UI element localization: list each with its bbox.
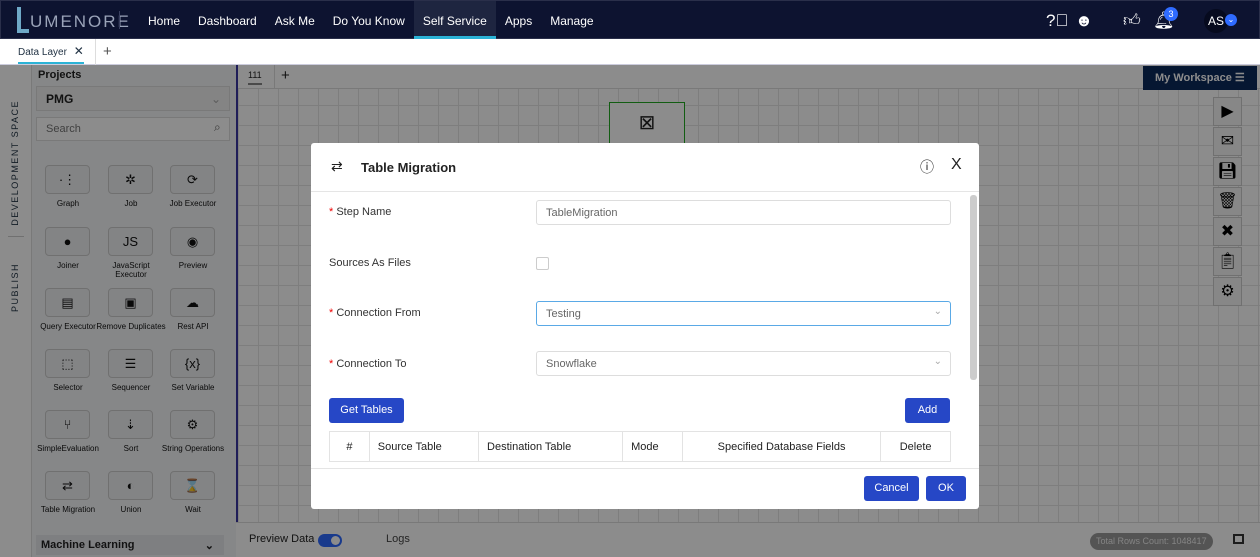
sources-as-files-label: Sources As Files [329,257,411,269]
dialog-header: ⇄ Table Migration ⓘ X [311,143,979,192]
close-icon[interactable]: ✕ [74,44,84,58]
column-header: # [329,431,370,462]
column-header: Destination Table [478,431,624,462]
logo[interactable]: UMENORE [17,7,131,33]
connection-to-label: * Connection To [329,358,407,370]
dialog-title: Table Migration [361,160,457,175]
nav-apps[interactable]: Apps [496,1,541,39]
main-menu: Home Dashboard Ask Me Do You Know Self Servi… [139,1,603,39]
connection-from-label: * Connection From [329,307,421,319]
chevron-down-icon: ⌄ [933,306,942,317]
nav-do-you-know[interactable]: Do You Know [324,1,414,39]
cancel-button[interactable]: Cancel [864,476,919,501]
add-tab-button[interactable]: + [103,43,112,60]
column-header: Delete [880,431,951,462]
nav-home[interactable]: Home [139,1,189,39]
top-nav: UMENORE Home Dashboard Ask Me Do You Know Se… [0,0,1260,39]
table-migration-icon: ⇄ [331,158,343,174]
connection-to-select[interactable]: Snowflake ⌄ [536,351,951,376]
column-header: Source Table [368,431,480,462]
tab-data-layer[interactable]: Data Layer ✕ [18,44,84,64]
nav-manage[interactable]: Manage [541,1,602,39]
chevron-down-icon: ⌄ [933,356,942,367]
divider [311,468,979,469]
divider [95,39,96,65]
chevron-down-icon[interactable]: ⌄ [1225,14,1237,26]
thumbs-up-icon[interactable]: 👍︎ [1123,11,1141,31]
ok-button[interactable]: OK [926,476,966,501]
notification-badge: 3 [1164,7,1178,21]
help-icon[interactable]: ?⃝ [1046,11,1068,31]
column-header: Mode [622,431,683,462]
connection-from-select[interactable]: Testing ⌄ [536,301,951,326]
nav-self-service[interactable]: Self Service [413,1,496,39]
chatbot-icon[interactable]: ☻ [1075,11,1093,31]
step-name-label: * Step Name [329,206,392,218]
close-icon[interactable]: X [951,156,962,174]
divider [119,11,120,29]
nav-ask-me[interactable]: Ask Me [266,1,324,39]
nav-dashboard[interactable]: Dashboard [189,1,266,39]
tables-grid: # Source Table Destination Table Mode Specif… [329,431,951,462]
step-name-input[interactable]: TableMigration [536,200,951,225]
info-icon[interactable]: ⓘ [920,157,934,177]
get-tables-button[interactable]: Get Tables [329,398,404,423]
tab-bar: Data Layer ✕ + [0,39,1260,65]
add-button[interactable]: Add [905,398,950,423]
scrollbar[interactable] [970,195,977,380]
column-header: Specified Database Fields [681,431,882,462]
sources-as-files-checkbox[interactable] [536,257,549,270]
table-migration-dialog: ⇄ Table Migration ⓘ X * Step Name TableM… [311,143,979,509]
